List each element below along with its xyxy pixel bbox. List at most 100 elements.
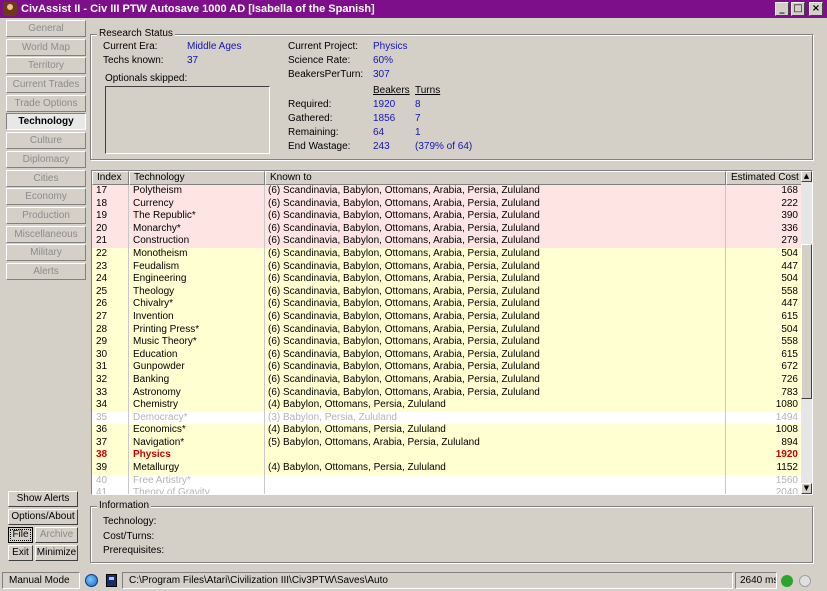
cell-index: 38 <box>92 449 129 463</box>
sidebar-item-military[interactable]: Military <box>6 244 86 262</box>
cell-technology: Chemistry <box>129 399 265 412</box>
cell-technology: Polytheism <box>129 185 265 198</box>
end-wastage-beakers: 243 <box>373 141 390 152</box>
cell-estimated-cost: 279 <box>781 235 798 247</box>
table-row[interactable]: 36 Economics* (4) Babylon, Ottomans, Persi… <box>92 424 802 437</box>
sidebar-item-miscellaneous[interactable]: Miscellaneous <box>6 225 86 243</box>
column-header-technology[interactable]: Technology <box>129 171 265 185</box>
table-row[interactable]: 28 Printing Press* (6) Scandinavia, Babylo… <box>92 323 802 337</box>
sidebar-item-trade-options[interactable]: Trade Options <box>6 94 86 112</box>
options-about-button[interactable]: Options/About <box>8 509 78 525</box>
cell-index: 18 <box>92 197 129 211</box>
cell-index: 39 <box>92 462 129 475</box>
cell-estimated-cost: 1560 <box>775 474 798 486</box>
sidebar-item-territory[interactable]: Territory <box>6 57 86 75</box>
close-window-button[interactable]: × <box>809 2 823 16</box>
cell-known-to: (6) Scandinavia, Babylon, Ottomans, Arab… <box>265 210 726 223</box>
info-prerequisites-label: Prerequisites: <box>103 545 165 556</box>
table-row[interactable]: 24 Engineering (6) Scandinavia, Babylon, O… <box>92 273 802 286</box>
sidebar-item-economy[interactable]: Economy <box>6 188 86 206</box>
sidebar-item-culture[interactable]: Culture <box>6 132 86 150</box>
cell-technology: Chivalry* <box>129 298 265 311</box>
techs-known-value: 37 <box>187 55 199 66</box>
table-row[interactable]: 19 The Republic* (6) Scandinavia, Babylon,… <box>92 210 802 223</box>
table-vertical-scrollbar[interactable]: ▲ ▼ <box>801 171 812 494</box>
table-row[interactable]: 23 Feudalism (6) Scandinavia, Babylon, Ott… <box>92 260 802 274</box>
minimize-button[interactable]: Minimize <box>35 545 78 561</box>
table-row[interactable]: 30 Education (6) Scandinavia, Babylon, Ott… <box>92 348 802 362</box>
cell-known-to: (6) Scandinavia, Babylon, Ottomans, Arab… <box>265 348 726 362</box>
table-row[interactable]: 41 Theory of Gravity 2040 <box>92 487 802 495</box>
calculator-icon[interactable] <box>102 572 120 589</box>
table-row[interactable]: 20 Monarchy* (6) Scandinavia, Babylon, Ott… <box>92 222 802 236</box>
file-button[interactable]: File <box>8 527 33 543</box>
table-row[interactable]: 27 Invention (6) Scandinavia, Babylon, Ott… <box>92 310 802 324</box>
table-row[interactable]: 21 Construction (6) Scandinavia, Babylon, … <box>92 235 802 248</box>
cell-technology: Economics* <box>129 424 265 437</box>
scroll-up-arrow-icon[interactable]: ▲ <box>801 171 812 182</box>
sidebar-item-current-trades[interactable]: Current Trades <box>6 76 86 94</box>
cell-estimated-cost: 2040 <box>775 487 798 495</box>
sidebar-item-technology[interactable]: Technology <box>6 113 86 131</box>
cell-known-to: (6) Scandinavia, Babylon, Ottomans, Arab… <box>265 361 726 374</box>
maximize-window-button[interactable]: □ <box>791 2 805 16</box>
table-row[interactable]: 17 Polytheism (6) Scandinavia, Babylon, Ot… <box>92 185 802 198</box>
sidebar-item-world-map[interactable]: World Map <box>6 38 86 56</box>
minimize-window-button[interactable]: _ <box>775 2 789 16</box>
table-row[interactable]: 34 Chemistry (4) Babylon, Ottomans, Persia… <box>92 399 802 412</box>
globe-icon[interactable] <box>82 572 100 589</box>
exit-button[interactable]: Exit <box>8 545 33 561</box>
current-project-label: Current Project: <box>288 41 359 52</box>
scroll-down-arrow-icon[interactable]: ▼ <box>801 483 812 494</box>
cell-known-to <box>265 449 726 463</box>
table-header: Index Technology Known to Estimated Cost <box>92 171 802 185</box>
table-row[interactable]: 32 Banking (6) Scandinavia, Babylon, Ottom… <box>92 373 802 387</box>
show-alerts-button[interactable]: Show Alerts <box>8 491 78 507</box>
table-row[interactable]: 40 Free Artistry* 1560 <box>92 474 802 488</box>
sidebar-item-production[interactable]: Production <box>6 206 86 224</box>
table-row[interactable]: 39 Metallurgy (4) Babylon, Ottomans, Persi… <box>92 462 802 475</box>
current-project-value: Physics <box>373 41 408 52</box>
cell-estimated-cost: 336 <box>781 222 798 234</box>
sidebar-nav: General World Map Territory Current Trad… <box>6 20 86 282</box>
table-row[interactable]: 25 Theology (6) Scandinavia, Babylon, Otto… <box>92 285 802 299</box>
column-header-known-to[interactable]: Known to <box>265 171 726 185</box>
table-row[interactable]: 37 Navigation* (5) Babylon, Ottomans, Arab… <box>92 436 802 450</box>
beakers-per-turn-label: BeakersPerTurn: <box>288 69 364 80</box>
optionals-skipped-list[interactable] <box>105 86 270 154</box>
column-header-estimated-cost[interactable]: Estimated Cost <box>726 171 802 185</box>
table-row[interactable]: 29 Music Theory* (6) Scandinavia, Babylon,… <box>92 336 802 349</box>
end-wastage-label: End Wastage: <box>288 141 351 152</box>
sidebar-item-cities[interactable]: Cities <box>6 169 86 187</box>
sidebar-item-general[interactable]: General <box>6 20 86 37</box>
required-label: Required: <box>288 99 332 110</box>
table-row[interactable]: 38 Physics 1920 <box>92 449 802 463</box>
sidebar-buttons: Show Alerts Options/About File Archive E… <box>8 491 78 563</box>
cell-estimated-cost: 783 <box>781 386 798 398</box>
column-header-index[interactable]: Index <box>92 171 129 185</box>
cell-known-to: (6) Scandinavia, Babylon, Ottomans, Arab… <box>265 273 726 286</box>
technology-table[interactable]: Index Technology Known to Estimated Cost… <box>91 170 813 495</box>
sidebar-item-diplomacy[interactable]: Diplomacy <box>6 150 86 168</box>
current-era-label: Current Era: <box>103 41 158 52</box>
archive-button[interactable]: Archive <box>35 527 78 543</box>
table-row[interactable]: 18 Currency (6) Scandinavia, Babylon, Otto… <box>92 197 802 211</box>
timing-status: 2640 ms <box>735 572 777 589</box>
cell-technology: Feudalism <box>129 260 265 274</box>
table-row[interactable]: 22 Monotheism (6) Scandinavia, Babylon, Ot… <box>92 247 802 261</box>
cell-estimated-cost: 504 <box>781 273 798 285</box>
cell-known-to: (4) Babylon, Ottomans, Persia, Zululand <box>265 462 726 475</box>
cell-technology: Theology <box>129 285 265 299</box>
app-portrait-icon <box>3 2 17 16</box>
cell-technology: Theory of Gravity <box>129 487 265 494</box>
table-row[interactable]: 33 Astronomy (6) Scandinavia, Babylon, Ott… <box>92 386 802 400</box>
table-row[interactable]: 35 Democracy* (3) Babylon, Persia, Zululan… <box>92 411 802 425</box>
table-row[interactable]: 31 Gunpowder (6) Scandinavia, Babylon, Ott… <box>92 361 802 374</box>
sidebar-item-alerts[interactable]: Alerts <box>6 262 86 280</box>
table-row[interactable]: 26 Chivalry* (6) Scandinavia, Babylon, Ott… <box>92 298 802 311</box>
beakers-per-turn-value: 307 <box>373 69 390 80</box>
table-body: 17 Polytheism (6) Scandinavia, Babylon, Ot… <box>92 185 802 495</box>
cell-known-to: (3) Babylon, Persia, Zululand <box>265 411 726 425</box>
scrollbar-thumb[interactable] <box>801 244 812 399</box>
cell-estimated-cost: 222 <box>781 197 798 209</box>
